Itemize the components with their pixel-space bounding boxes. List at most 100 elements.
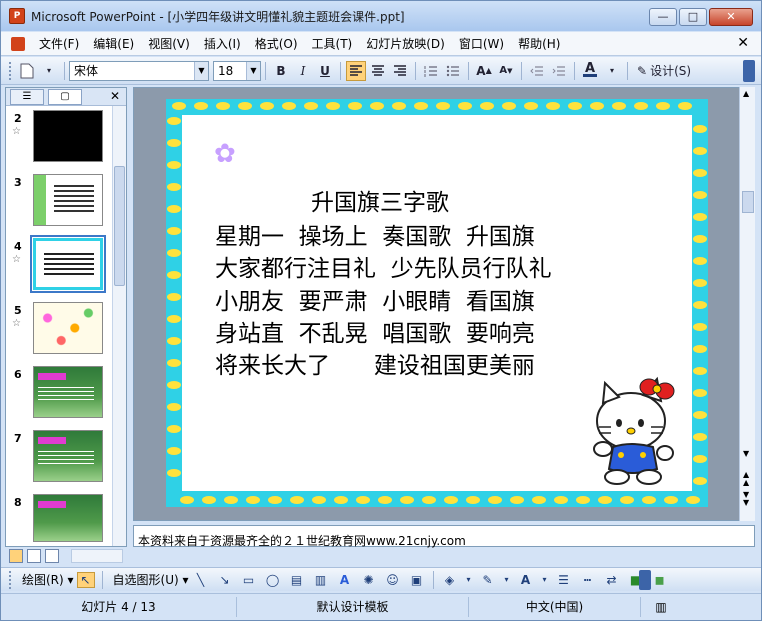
align-left-button[interactable] — [346, 60, 366, 81]
slide-thumbnail[interactable] — [33, 302, 103, 354]
new-document-icon[interactable] — [17, 61, 37, 81]
clipart-icon[interactable]: ☺ — [384, 572, 402, 588]
poem-line[interactable]: 身站直 不乱晃 唱国歌 要响亮 — [215, 314, 535, 348]
fill-color-icon[interactable]: ◈ — [441, 572, 459, 588]
menu-insert[interactable]: 插入(I) — [204, 35, 241, 52]
slide-thumbnail-row[interactable]: 7 — [6, 430, 112, 488]
toolbar-grip[interactable] — [9, 570, 12, 589]
poem-line[interactable]: 小朋友 要严肃 小眼睛 看国旗 — [215, 282, 535, 316]
powerpoint-icon[interactable]: P — [9, 8, 25, 24]
chevron-down-icon[interactable]: ▼ — [246, 61, 260, 80]
chevron-down-icon[interactable]: ▼ — [194, 61, 208, 80]
slide-thumbnail[interactable] — [33, 110, 103, 162]
increase-font-icon[interactable]: A ▲ — [474, 61, 494, 81]
font-color-icon[interactable]: A — [517, 572, 535, 588]
font-size-select[interactable]: 18 ▼ — [213, 60, 261, 81]
normal-view-icon[interactable] — [9, 549, 23, 563]
numbering-icon[interactable] — [421, 61, 441, 81]
slide-vertical-scrollbar[interactable]: ▲ ▼ ▲ ▲ ▼ ▼ — [739, 87, 755, 521]
underline-button[interactable]: U — [315, 61, 335, 81]
menu-slideshow[interactable]: 幻灯片放映(D) — [366, 35, 445, 52]
line-color-dropdown-icon[interactable]: ▾ — [503, 572, 511, 588]
slide-thumbnail-row[interactable]: 2 ☆ — [6, 110, 112, 168]
next-slide-icon[interactable]: ▼ ▼ — [743, 491, 749, 507]
picture-icon[interactable]: ▣ — [408, 572, 426, 588]
scrollbar-thumb[interactable] — [114, 166, 125, 286]
left-horizontal-scrollbar[interactable] — [71, 549, 123, 563]
poem-line[interactable]: 大家都行注目礼 少先队员行队礼 — [215, 249, 552, 283]
diagram-icon[interactable]: ✺ — [360, 572, 378, 588]
slide-thumbnail[interactable] — [33, 174, 103, 226]
line-tool-icon[interactable]: ╲ — [192, 572, 210, 588]
slide-thumbnail-row[interactable]: 4 ☆ — [6, 235, 112, 296]
scroll-up-icon[interactable]: ▲ — [743, 89, 749, 98]
close-button[interactable]: ✕ — [709, 8, 753, 26]
arrow-tool-icon[interactable]: ↘ — [216, 572, 234, 588]
poem-line[interactable]: 将来长大了 建设祖国更美丽 — [215, 346, 535, 380]
arrow-style-icon[interactable]: ⇄ — [603, 572, 621, 588]
line-color-icon[interactable]: ✎ — [479, 572, 497, 588]
align-right-button[interactable] — [390, 61, 410, 81]
minimize-button[interactable]: — — [649, 8, 677, 26]
font-color-dropdown-icon[interactable]: ▾ — [541, 572, 549, 588]
bullets-icon[interactable] — [443, 61, 463, 81]
menu-window[interactable]: 窗口(W) — [459, 35, 504, 52]
slides-pane-scrollbar[interactable] — [112, 106, 126, 546]
notes-pane[interactable]: 本资料来自于资源最齐全的２１世纪教育网www.21cnjy.com — [133, 525, 755, 548]
decrease-indent-icon[interactable] — [527, 61, 547, 81]
spelling-icon[interactable]: ▥ — [641, 597, 681, 617]
menu-format[interactable]: 格式(O) — [255, 35, 298, 52]
draw-menu-button[interactable]: 绘图(R) ▾ — [22, 571, 74, 588]
decrease-font-icon[interactable]: A ▼ — [496, 61, 516, 81]
font-color-dropdown-icon[interactable]: ▾ — [602, 61, 622, 81]
wordart-icon[interactable]: A — [336, 572, 354, 588]
3d-style-icon[interactable]: ◼ — [651, 572, 669, 588]
menu-tools[interactable]: 工具(T) — [312, 35, 353, 52]
slide-sorter-view-icon[interactable] — [27, 549, 41, 563]
menu-view[interactable]: 视图(V) — [148, 35, 190, 52]
design-button[interactable]: ✎ 设计(S) — [633, 61, 695, 81]
fill-color-dropdown-icon[interactable]: ▾ — [465, 572, 473, 588]
font-name-select[interactable]: 宋体 ▼ — [69, 60, 209, 81]
dash-style-icon[interactable]: ┅ — [579, 572, 597, 588]
vertical-textbox-icon[interactable]: ▥ — [312, 572, 330, 588]
scroll-down-icon[interactable]: ▼ — [743, 449, 749, 458]
increase-indent-icon[interactable] — [549, 61, 569, 81]
line-style-icon[interactable]: ☰ — [555, 572, 573, 588]
slide-thumbnail[interactable] — [33, 366, 103, 418]
document-close-button[interactable]: ✕ — [737, 35, 749, 51]
previous-slide-icon[interactable]: ▲ ▲ — [743, 471, 749, 487]
maximize-button[interactable]: □ — [679, 8, 707, 26]
oval-tool-icon[interactable]: ◯ — [264, 572, 282, 588]
slideshow-view-icon[interactable] — [45, 549, 59, 563]
new-dropdown-icon[interactable]: ▾ — [39, 61, 59, 81]
toolbar-options-button[interactable] — [743, 60, 755, 82]
select-objects-icon[interactable]: ↖ — [76, 571, 95, 588]
menu-help[interactable]: 帮助(H) — [518, 35, 560, 52]
pane-close-button[interactable]: ✕ — [110, 89, 120, 103]
slides-tab-icon[interactable]: ▢ — [48, 88, 82, 105]
slide-thumbnail-row[interactable]: 5 ☆ — [6, 302, 112, 360]
menu-edit[interactable]: 编辑(E) — [93, 35, 134, 52]
textbox-tool-icon[interactable]: ▤ — [288, 572, 306, 588]
menu-file[interactable]: 文件(F) — [39, 35, 79, 52]
toolbar-grip[interactable] — [9, 61, 12, 80]
slide-title[interactable]: 升国旗三字歌 — [311, 183, 449, 217]
slide-thumbnail[interactable] — [33, 430, 103, 482]
rectangle-tool-icon[interactable]: ▭ — [240, 572, 258, 588]
slide-thumbnail[interactable] — [33, 494, 103, 542]
document-icon[interactable] — [11, 36, 25, 51]
align-center-button[interactable] — [368, 61, 388, 81]
italic-button[interactable]: I — [293, 61, 313, 81]
font-color-icon[interactable]: A — [580, 61, 600, 81]
autoshapes-menu-button[interactable]: 自选图形(U) ▾ — [113, 571, 189, 588]
scrollbar-thumb[interactable] — [742, 191, 754, 213]
poem-line[interactable]: 星期一 操场上 奏国歌 升国旗 — [215, 217, 535, 251]
slide-thumbnail-selected[interactable] — [30, 235, 106, 293]
hello-kitty-image[interactable] — [591, 369, 683, 487]
toolbar-options-button[interactable] — [639, 570, 651, 590]
outline-tab-icon[interactable]: ☰ — [10, 88, 44, 105]
bold-button[interactable]: B — [271, 61, 291, 81]
slide-thumbnail-row[interactable]: 6 — [6, 366, 112, 424]
slide-thumbnail-row[interactable]: 8 — [6, 494, 112, 552]
